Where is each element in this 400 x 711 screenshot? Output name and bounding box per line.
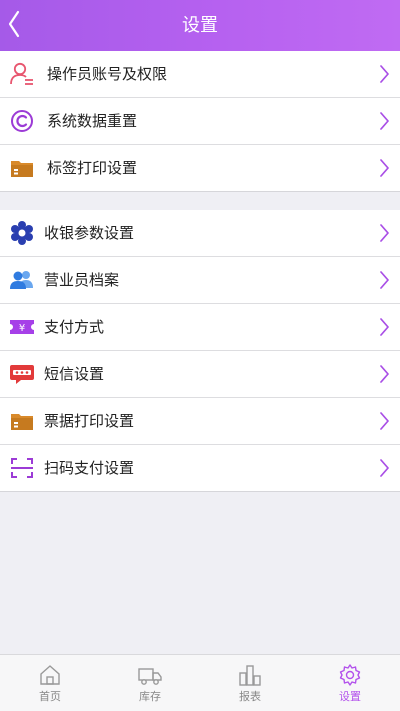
row-label-print[interactable]: 标签打印设置: [0, 145, 400, 192]
chevron-right-icon: [380, 271, 389, 289]
chevron-right-icon: [380, 318, 389, 336]
chevron-right-icon: [380, 224, 389, 242]
page-title: 设置: [182, 15, 218, 36]
row-payment-method[interactable]: ¥ 支付方式: [0, 304, 400, 351]
report-icon: [239, 665, 261, 686]
row-staff-archive[interactable]: 营业员档案: [0, 257, 400, 304]
settings-gear-icon: [339, 664, 361, 686]
top-bar: 设置: [0, 0, 400, 51]
chevron-right-icon: [380, 112, 389, 130]
tab-label: 报表: [239, 690, 261, 703]
tab-inventory[interactable]: 库存: [100, 655, 200, 711]
ticket-yen-icon: ¥: [9, 315, 35, 339]
row-label: 支付方式: [44, 318, 105, 336]
row-label: 短信设置: [44, 365, 105, 383]
bottom-tab-bar: 首页 库存 报表 设置: [0, 654, 400, 711]
row-label: 标签打印设置: [47, 159, 138, 177]
folder-icon: [9, 409, 35, 433]
row-label: 系统数据重置: [47, 112, 138, 130]
tab-label: 首页: [39, 690, 61, 703]
people-icon: [9, 268, 35, 292]
operator-account-icon: [9, 62, 35, 86]
row-cashier-params[interactable]: 收银参数设置: [0, 210, 400, 257]
row-label: 扫码支付设置: [44, 459, 135, 477]
chevron-right-icon: [380, 159, 389, 177]
reset-copyright-icon: [9, 109, 35, 133]
row-system-reset[interactable]: 系统数据重置: [0, 98, 400, 145]
chevron-right-icon: [380, 365, 389, 383]
row-scan-pay[interactable]: 扫码支付设置: [0, 445, 400, 492]
truck-icon: [138, 668, 162, 685]
tab-settings[interactable]: 设置: [300, 655, 400, 711]
settings-group-account: 操作员账号及权限 系统数据重置 标签打印设置: [0, 51, 400, 192]
tab-reports[interactable]: 报表: [200, 655, 300, 711]
tab-label: 库存: [139, 690, 161, 703]
row-operator-account[interactable]: 操作员账号及权限: [0, 51, 400, 98]
chevron-right-icon: [380, 412, 389, 430]
tab-home[interactable]: 首页: [0, 655, 100, 711]
svg-text:¥: ¥: [19, 323, 25, 334]
home-icon: [40, 665, 60, 685]
gear-flower-icon: [9, 221, 35, 245]
tab-label: 设置: [339, 690, 361, 703]
scan-icon: [9, 456, 35, 480]
settings-group-business: 收银参数设置 营业员档案 ¥ 支付方式 短信设置 票据打印设置 扫码支付设置: [0, 210, 400, 492]
row-sms-settings[interactable]: 短信设置: [0, 351, 400, 398]
chevron-right-icon: [380, 459, 389, 477]
row-label: 票据打印设置: [44, 412, 135, 430]
row-label: 收银参数设置: [44, 224, 135, 242]
folder-icon: [9, 156, 35, 180]
chevron-right-icon: [380, 65, 389, 83]
chat-bubble-icon: [9, 362, 35, 386]
row-label: 营业员档案: [44, 271, 120, 289]
row-label: 操作员账号及权限: [47, 65, 168, 83]
row-receipt-print[interactable]: 票据打印设置: [0, 398, 400, 445]
